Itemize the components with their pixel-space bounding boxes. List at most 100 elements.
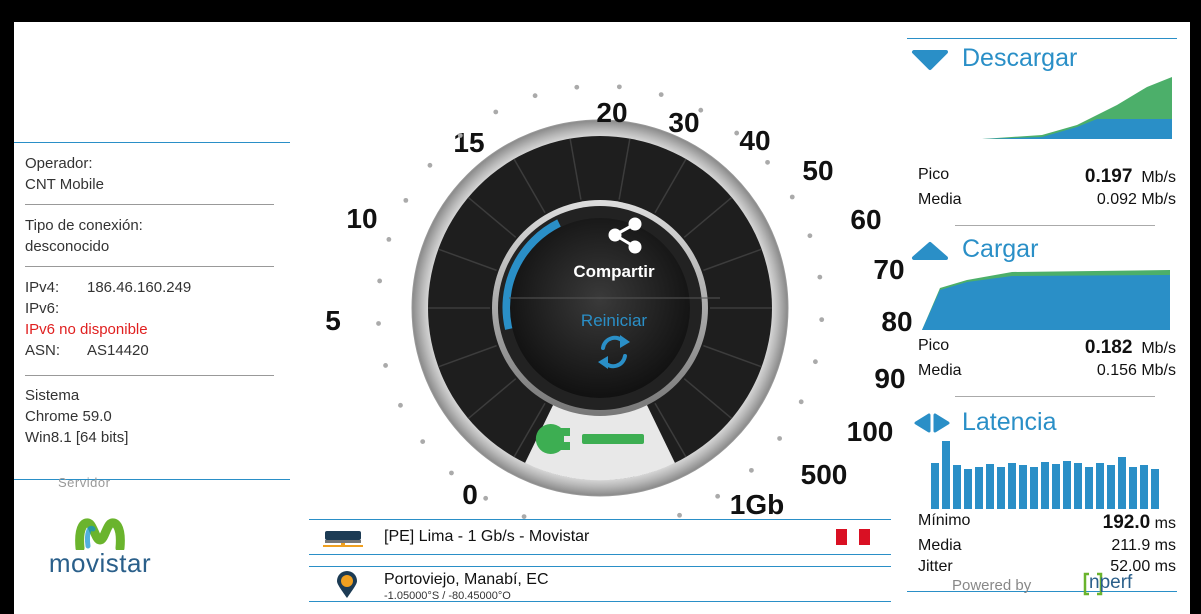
gauge-dot xyxy=(789,194,795,200)
gauge-dot xyxy=(420,439,426,445)
upload-avg-row: Media 0.156 Mb/s xyxy=(918,362,1176,380)
download-avg-label: Media xyxy=(918,191,962,208)
system-group: Sistema Chrome 59.0 Win8.1 [64 bits] xyxy=(25,385,275,448)
server-label: Servidor xyxy=(58,475,111,490)
latency-bar xyxy=(986,464,994,509)
gauge-tick-label: 100 xyxy=(847,416,894,447)
nperf-logo[interactable]: nperf xyxy=(1082,571,1182,597)
gauge-dot xyxy=(813,359,818,365)
upload-title: Cargar xyxy=(962,235,1039,263)
gauge-dot xyxy=(403,197,409,203)
location-coords: -1.05000°S / -80.45000°O xyxy=(384,590,511,602)
download-graph xyxy=(982,77,1172,139)
latency-bar xyxy=(942,441,950,509)
gauge-tick-label: 60 xyxy=(850,204,881,235)
gauge-dot xyxy=(777,436,783,441)
latency-arrows-icon xyxy=(914,413,950,433)
gauge-tick-label: 5 xyxy=(325,305,341,336)
gauge-dot xyxy=(493,109,499,115)
share-label: Compartir xyxy=(573,262,655,281)
system-label: Sistema xyxy=(25,387,80,404)
latency-bar xyxy=(1107,465,1115,509)
asn-label: ASN: xyxy=(25,342,61,359)
ip-group: IPv4: 186.46.160.249 IPv6: IPv6 no dispon… xyxy=(25,277,275,361)
gauge-tick-label: 1Gb xyxy=(730,489,784,520)
download-peak-value: 0.197 xyxy=(1084,166,1133,187)
divider xyxy=(955,225,1155,226)
latency-bar xyxy=(997,467,1005,509)
latency-bar xyxy=(1063,461,1071,509)
location-name: Portoviejo, Manabí, EC xyxy=(384,571,549,588)
gauge-dot xyxy=(715,493,721,499)
browser-value: Chrome 59.0 xyxy=(25,408,112,425)
results-panel: Descargar Pico 0.197 Mb/s Media 0.092 Mb… xyxy=(907,38,1177,592)
gauge-dot xyxy=(398,402,403,408)
divider xyxy=(25,375,274,376)
server-name: [PE] Lima - 1 Gb/s - Movistar xyxy=(384,528,590,545)
gauge-tick-label: 20 xyxy=(596,97,627,128)
latency-min-unit: ms xyxy=(1154,515,1176,532)
gauge-dot xyxy=(698,107,704,113)
latency-title: Latencia xyxy=(962,408,1057,436)
peru-flag-icon xyxy=(836,529,870,545)
ipv4-label: IPv4: xyxy=(25,279,60,296)
asn-value: AS14420 xyxy=(87,342,149,359)
latency-avg-label: Media xyxy=(918,537,962,554)
speed-gauge: Compartir Reiniciar 05101520 304050607080… xyxy=(325,84,913,520)
gauge-dot xyxy=(658,92,664,97)
location-pin-icon xyxy=(337,571,357,598)
latency-bar xyxy=(1129,467,1137,509)
gauge-dot xyxy=(749,467,754,473)
gauge-dot xyxy=(819,317,825,323)
latency-avg-value: 211.9 ms xyxy=(1111,537,1176,554)
gauge-dot xyxy=(765,159,770,165)
latency-graph xyxy=(931,441,1159,509)
powered-by-label: Powered by xyxy=(952,577,1032,594)
latency-min-value: 192.0 xyxy=(1102,512,1151,533)
latency-min-label: Mínimo xyxy=(918,512,971,529)
download-avg-value: 0.092 Mb/s xyxy=(1096,191,1176,208)
gauge-dot xyxy=(817,274,823,280)
gauge-dot xyxy=(574,84,580,90)
gauge-dot xyxy=(734,130,740,136)
upload-peak-unit: Mb/s xyxy=(1141,340,1176,357)
download-arrow-icon xyxy=(912,50,948,70)
gauge-dot xyxy=(386,236,392,242)
gauge-tick-label: 70 xyxy=(873,254,904,285)
gauge-tick-label: 30 xyxy=(668,107,699,138)
latency-bar xyxy=(1019,465,1027,509)
ipv6-value: IPv6 no disponible xyxy=(25,321,148,338)
download-peak-label: Pico xyxy=(918,166,950,183)
latency-min-row: Mínimo 192.0 ms xyxy=(918,512,1176,533)
ipv6-label: IPv6: xyxy=(25,300,60,317)
server-row[interactable]: [PE] Lima - 1 Gb/s - Movistar xyxy=(309,519,891,555)
gauge-dot xyxy=(383,363,388,368)
divider xyxy=(25,266,274,267)
gauge-dot xyxy=(377,278,383,284)
divider xyxy=(25,204,274,205)
gauge-tick-label: 0 xyxy=(462,479,478,510)
gauge-dot xyxy=(616,84,622,90)
gauge-dot xyxy=(483,495,489,501)
latency-bar xyxy=(964,469,972,509)
movistar-wordmark: movistar xyxy=(48,548,152,578)
speedtest-frame: Operador: CNT Mobile Tipo de conexión: d… xyxy=(14,22,1190,614)
gauge-center xyxy=(510,218,690,398)
latency-avg-row: Media 211.9 ms xyxy=(918,537,1176,555)
restart-label: Reiniciar xyxy=(581,311,647,330)
operator-label: Operador: xyxy=(25,155,93,172)
latency-bar xyxy=(1118,457,1126,509)
latency-bar xyxy=(1085,467,1093,509)
connection-type-label: Tipo de conexión: xyxy=(25,217,143,234)
connection-type-group: Tipo de conexión: desconocido xyxy=(25,215,275,257)
download-peak-row: Pico 0.197 Mb/s xyxy=(918,166,1176,187)
latency-bar xyxy=(1074,463,1082,509)
gauge-dot xyxy=(677,512,682,518)
gauge-tick-label: 90 xyxy=(874,363,905,394)
gauge-dot xyxy=(457,133,463,138)
upload-avg-label: Media xyxy=(918,362,962,379)
download-avg-row: Media 0.092 Mb/s xyxy=(918,191,1176,209)
latency-bar xyxy=(1041,462,1049,509)
latency-bar xyxy=(1030,467,1038,509)
latency-bar xyxy=(1008,463,1016,509)
